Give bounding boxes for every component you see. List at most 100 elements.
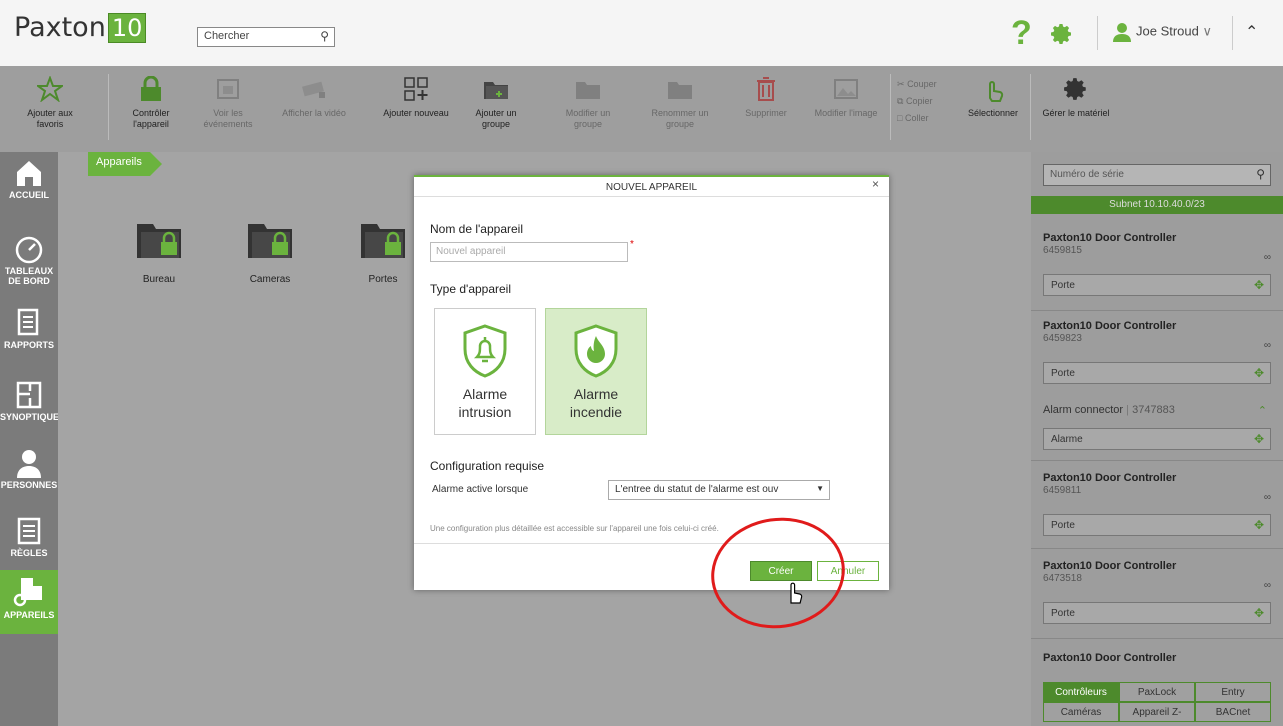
device-card[interactable]: Paxton10 Door Controller 6459811 ∞ Porte… bbox=[1043, 472, 1271, 536]
rules-list-icon bbox=[17, 517, 41, 545]
sidebar-item-rules[interactable]: RÈGLES bbox=[0, 516, 58, 568]
device-type-label: Type d'appareil bbox=[430, 282, 512, 296]
user-menu[interactable]: Joe Stroud ∨ bbox=[1112, 22, 1212, 42]
port-item[interactable]: Porte ✥ bbox=[1043, 362, 1271, 384]
device-card[interactable]: Paxton10 Door Controller 6459823 ∞ Porte… bbox=[1043, 320, 1271, 384]
sidebar-item-people[interactable]: PERSONNES bbox=[0, 448, 58, 500]
collapse-ribbon-icon[interactable]: ⌃ bbox=[1245, 22, 1258, 42]
delete-button[interactable]: Supprimer bbox=[740, 76, 792, 119]
type-fire-alarm-card[interactable]: Alarme incendie bbox=[545, 308, 647, 435]
lock-icon bbox=[141, 76, 161, 101]
settings-gear-icon[interactable] bbox=[1050, 22, 1074, 46]
locked-folder-icon bbox=[248, 224, 292, 258]
floorplan-icon bbox=[16, 381, 42, 409]
sidebar-item-home[interactable]: ACCUEIL bbox=[0, 158, 58, 208]
search-icon[interactable]: ⚲ bbox=[1256, 167, 1265, 181]
alarm-state-select[interactable]: L'entree du statut de l'alarme est ouv ▼ bbox=[608, 480, 830, 500]
device-card[interactable]: Paxton10 Door Controller 6473518 ∞ Porte… bbox=[1043, 560, 1271, 624]
sidebar-item-devices[interactable]: APPAREILS bbox=[0, 570, 58, 634]
tab-bacnet[interactable]: BACnet bbox=[1195, 702, 1271, 722]
clipboard-group: ✂ Couper ⧉ Copier □ Coller bbox=[897, 76, 957, 127]
required-marker: * bbox=[630, 239, 634, 250]
move-icon[interactable]: ✥ bbox=[1254, 432, 1264, 446]
chevron-down-icon: ∨ bbox=[1202, 23, 1213, 39]
port-item[interactable]: Porte ✥ bbox=[1043, 274, 1271, 296]
edit-image-button[interactable]: Modifier l'image bbox=[808, 76, 884, 119]
device-card[interactable]: Paxton10 Door Controller bbox=[1043, 652, 1271, 664]
tab-entry[interactable]: Entry bbox=[1195, 682, 1271, 702]
copy-button[interactable]: ⧉ Copier bbox=[897, 93, 957, 110]
port-item[interactable]: Porte ✥ bbox=[1043, 602, 1271, 624]
folder-item[interactable]: Cameras bbox=[240, 220, 300, 285]
sidebar-item-synoptics[interactable]: SYNOPTIQUES bbox=[0, 380, 65, 432]
config-note: Une configuration plus détaillée est acc… bbox=[430, 524, 719, 533]
app-logo: Paxton 10 bbox=[14, 12, 147, 43]
type-intrusion-alarm-card[interactable]: Alarme intrusion bbox=[434, 308, 536, 435]
star-icon bbox=[37, 76, 63, 102]
camera-icon bbox=[302, 81, 325, 98]
hand-pointer-icon bbox=[989, 81, 1004, 102]
user-icon bbox=[1113, 23, 1131, 42]
manage-hardware-button[interactable]: Gérer le matériel bbox=[1036, 76, 1116, 119]
cut-button[interactable]: ✂ Couper bbox=[897, 76, 957, 93]
move-icon[interactable]: ✥ bbox=[1254, 518, 1264, 532]
close-icon[interactable]: × bbox=[872, 177, 879, 191]
folder-item[interactable]: Bureau bbox=[129, 220, 189, 285]
paste-icon: □ bbox=[897, 113, 903, 123]
help-icon[interactable]: ? bbox=[1011, 14, 1032, 53]
sidebar-item-reports[interactable]: RAPPORTS bbox=[0, 308, 58, 360]
add-favorites-button[interactable]: Ajouter aux favoris bbox=[18, 76, 82, 130]
shield-bell-icon bbox=[463, 324, 507, 378]
top-bar: Paxton 10 Chercher ⚲ ? Joe Stroud ∨ ⌃ bbox=[0, 0, 1283, 66]
select-button[interactable]: Sélectionner bbox=[962, 76, 1024, 119]
device-name-input[interactable]: Nouvel appareil bbox=[430, 242, 628, 262]
view-events-button[interactable]: Voir les événements bbox=[198, 76, 258, 130]
port-item[interactable]: Porte ✥ bbox=[1043, 514, 1271, 536]
paste-button[interactable]: □ Coller bbox=[897, 110, 957, 127]
chevron-up-icon[interactable]: ⌃ bbox=[1258, 404, 1267, 417]
sidebar-item-dashboards[interactable]: TABLEAUX DE BORD bbox=[0, 234, 58, 290]
add-new-button[interactable]: Ajouter nouveau bbox=[373, 76, 459, 119]
device-card[interactable]: Alarm connector | 3747883 ⌃ Alarme ✥ bbox=[1043, 404, 1271, 450]
calendar-icon bbox=[217, 79, 239, 99]
tab-controllers[interactable]: Contrôleurs bbox=[1043, 682, 1119, 702]
locked-folder-icon bbox=[361, 224, 405, 258]
link-icon[interactable]: ∞ bbox=[1264, 492, 1271, 503]
search-icon[interactable]: ⚲ bbox=[320, 29, 329, 43]
scissors-icon: ✂ bbox=[897, 79, 905, 89]
dashboard-gauge-icon bbox=[15, 236, 43, 264]
alarm-active-when-label: Alarme active lorsque bbox=[432, 484, 529, 495]
breadcrumb[interactable]: Appareils bbox=[88, 152, 162, 176]
image-icon bbox=[834, 79, 858, 99]
link-icon[interactable]: ∞ bbox=[1264, 252, 1271, 263]
move-icon[interactable]: ✥ bbox=[1254, 606, 1264, 620]
tab-cameras[interactable]: Caméras bbox=[1043, 702, 1119, 722]
person-icon bbox=[17, 450, 41, 478]
search-input[interactable]: Chercher ⚲ bbox=[197, 27, 335, 47]
control-device-button[interactable]: Contrôler l'appareil bbox=[120, 76, 182, 130]
move-icon[interactable]: ✥ bbox=[1254, 278, 1264, 292]
user-name: Joe Stroud bbox=[1136, 23, 1199, 39]
serial-search-input[interactable]: Numéro de série ⚲ bbox=[1043, 164, 1271, 186]
device-discovery-panel: Numéro de série ⚲ Subnet 10.10.40.0/23 Pa… bbox=[1031, 152, 1283, 726]
link-icon[interactable]: ∞ bbox=[1264, 340, 1271, 351]
tab-paxlock[interactable]: PaxLock bbox=[1119, 682, 1195, 702]
home-icon bbox=[17, 161, 41, 186]
show-video-button[interactable]: Afficher la vidéo bbox=[282, 76, 346, 119]
link-icon[interactable]: ∞ bbox=[1264, 580, 1271, 591]
subnet-header: Subnet 10.10.40.0/23 bbox=[1031, 196, 1283, 214]
folder-rename-icon bbox=[668, 82, 692, 99]
move-icon[interactable]: ✥ bbox=[1254, 366, 1264, 380]
main-sidebar: ACCUEIL TABLEAUX DE BORD RAPPORTS SYNOPT… bbox=[0, 152, 65, 726]
copy-icon: ⧉ bbox=[897, 96, 904, 106]
folder-item[interactable]: Portes bbox=[353, 220, 413, 285]
tab-zwave[interactable]: Appareil Z- bbox=[1119, 702, 1195, 722]
rename-group-button[interactable]: Renommer un groupe bbox=[643, 76, 717, 130]
report-icon bbox=[17, 308, 39, 336]
device-card[interactable]: Paxton10 Door Controller 6459815 ∞ Porte… bbox=[1043, 232, 1271, 296]
edit-group-button[interactable]: Modifier un groupe bbox=[560, 76, 616, 130]
add-grid-icon bbox=[404, 77, 428, 101]
folder-edit-icon bbox=[576, 82, 600, 99]
port-item[interactable]: Alarme ✥ bbox=[1043, 428, 1271, 450]
add-group-button[interactable]: Ajouter un groupe bbox=[465, 76, 527, 130]
